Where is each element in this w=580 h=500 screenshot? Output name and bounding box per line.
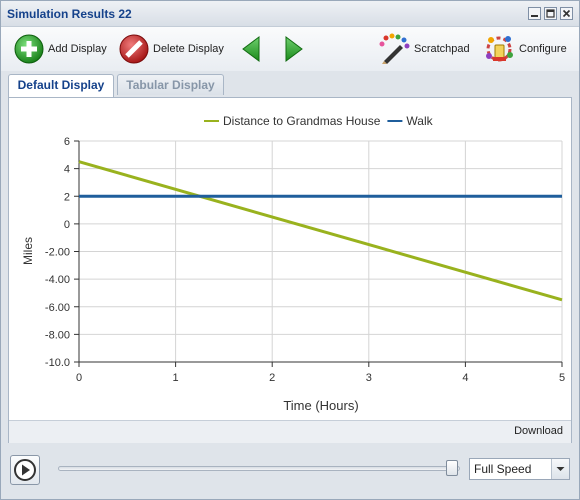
y-tick-label: 2: [64, 191, 70, 203]
download-link[interactable]: Download: [514, 425, 563, 437]
x-tick-label: 1: [173, 372, 179, 384]
chart-grid: [78, 140, 563, 363]
legend-label-1: Distance to Grandmas House: [223, 114, 381, 128]
scratchpad-label: Scratchpad: [414, 43, 470, 55]
x-tick-label: 0: [76, 372, 82, 384]
tab-default-display[interactable]: Default Display: [8, 74, 114, 97]
tab-strip: Default Display Tabular Display: [1, 71, 579, 97]
y-tick-label: 4: [64, 164, 70, 176]
minimize-icon: [531, 15, 538, 17]
play-button[interactable]: [10, 455, 40, 485]
play-icon: [14, 459, 36, 481]
close-icon: [562, 9, 571, 18]
chevron-down-icon: [556, 467, 565, 471]
add-display-label: Add Display: [48, 43, 107, 55]
speed-select[interactable]: Full Speed: [469, 458, 570, 480]
panel-footer: Download: [9, 420, 571, 443]
legend-label-2: Walk: [406, 114, 433, 128]
x-tick-label: 5: [559, 372, 565, 384]
toolbar: Add Display Delete Display Scratchpad Co…: [1, 27, 579, 71]
y-axis-label: Miles: [21, 237, 35, 265]
configure-label: Configure: [519, 43, 567, 55]
x-tick-label: 3: [366, 372, 372, 384]
line-chart: 6 4 2 0 -2.00 -4.00 -6.00 -8.00 -10.0 0 1 2 3 4 5 Dist…: [21, 114, 565, 413]
window-title: Simulation Results 22: [7, 7, 132, 21]
minimize-button[interactable]: [528, 7, 541, 20]
display-panel: 6 4 2 0 -2.00 -4.00 -6.00 -8.00 -10.0 0 1 2 3 4 5 Dist…: [8, 97, 572, 443]
maximize-icon: [546, 9, 555, 18]
add-display-button[interactable]: Add Display: [14, 33, 107, 65]
y-tick-label: 6: [64, 136, 70, 148]
chart-legend: Distance to Grandmas House Walk: [204, 114, 434, 128]
scratchpad-button[interactable]: Scratchpad: [378, 33, 470, 65]
delete-display-button[interactable]: Delete Display: [119, 33, 224, 65]
next-button[interactable]: [283, 33, 305, 65]
arrow-right-icon: [285, 36, 303, 62]
y-tick-label: -4.00: [45, 274, 70, 286]
close-button[interactable]: [560, 7, 573, 20]
speed-select-arrow[interactable]: [551, 459, 569, 479]
delete-display-label: Delete Display: [153, 43, 224, 55]
configure-icon: [486, 36, 513, 62]
arrow-left-icon: [242, 36, 260, 62]
y-tick-label: -6.00: [45, 302, 70, 314]
title-bar[interactable]: Simulation Results 22: [1, 1, 579, 27]
y-tick-label: -2.00: [45, 247, 70, 259]
y-tick-label: 0: [64, 219, 70, 231]
x-tick-label: 2: [269, 372, 275, 384]
playback-bar: Full Speed: [1, 447, 579, 499]
x-tick-label: 4: [462, 372, 468, 384]
playback-slider-thumb[interactable]: [446, 460, 458, 476]
y-tick-label: -8.00: [45, 329, 70, 341]
maximize-button[interactable]: [544, 7, 557, 20]
speed-select-value: Full Speed: [474, 462, 532, 476]
x-axis-label: Time (Hours): [283, 398, 358, 413]
y-tick-label: -10.0: [45, 357, 70, 369]
add-icon: [14, 34, 44, 64]
simulation-results-window: Simulation Results 22 Add Display Delete…: [0, 0, 580, 500]
configure-button[interactable]: Configure: [483, 33, 567, 65]
scratchpad-icon: [379, 33, 410, 64]
playback-slider-track[interactable]: [58, 466, 460, 471]
previous-button[interactable]: [240, 33, 262, 65]
delete-icon: [119, 34, 149, 64]
tab-tabular-display[interactable]: Tabular Display: [117, 74, 224, 95]
